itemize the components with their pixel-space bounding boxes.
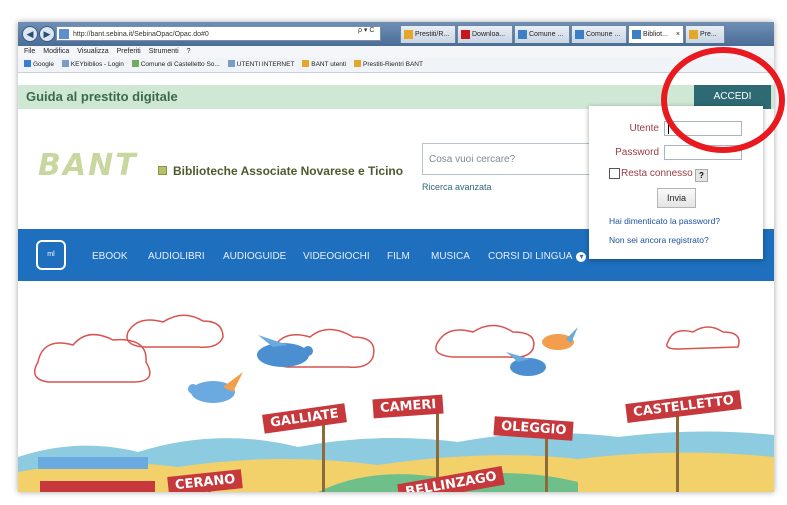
favorite-label: Prestiti-Rientri BANT (363, 61, 423, 68)
cloud-shape (666, 326, 740, 350)
menu-bar: File Modifica Visualizza Preferiti Strum… (18, 46, 774, 58)
google-icon (24, 60, 31, 67)
guide-title[interactable]: Guida al prestito digitale (26, 89, 178, 104)
browser-tab[interactable]: Downloa... (457, 25, 513, 43)
favorite-label: BANT utenti (311, 61, 347, 68)
menu-visualizza[interactable]: Visualizza (77, 48, 108, 55)
chevron-down-icon: ▾ (576, 252, 587, 262)
tab-close-icon[interactable]: × (676, 26, 680, 43)
book-shape (38, 457, 148, 469)
back-icon[interactable]: ◀ (22, 26, 38, 42)
link-icon (61, 60, 69, 67)
favorite-label: Comune di Castelletto So... (140, 61, 220, 68)
tab-label: Downloa... (472, 31, 506, 38)
nav-ebook[interactable]: EBOOK (92, 251, 128, 262)
tab-favicon-icon (518, 30, 527, 39)
bird-icon (542, 327, 578, 350)
subtitle-text: Biblioteche Associate Novarese e Ticino (173, 164, 404, 178)
nav-musica[interactable]: MUSICA (431, 251, 470, 262)
cloud-shape (126, 314, 224, 349)
site-subtitle: Biblioteche Associate Novarese e Ticino (158, 164, 403, 178)
bird-icon (188, 372, 243, 403)
password-label: Password (615, 147, 659, 158)
nav-videogiochi[interactable]: VIDEOGIOCHI (303, 251, 370, 262)
site-icon (59, 29, 69, 39)
hero-banner: GALLIATE CAMERI OLEGGIO CASTELLETTO CERA… (18, 307, 774, 492)
bird-icon (257, 335, 313, 367)
tab-label: Pre... (700, 31, 717, 38)
tab-label: Bibliot... (643, 31, 668, 38)
menu-file[interactable]: File (24, 48, 35, 55)
cloud-shape (435, 324, 535, 359)
book-shape (48, 469, 148, 481)
favorite-label: Google (33, 61, 54, 68)
user-icon (302, 60, 310, 67)
forgot-password-link[interactable]: Hai dimenticato la password? (609, 216, 720, 226)
nav-audioguide[interactable]: AUDIOGUIDE (223, 251, 286, 262)
signpost-pole (676, 412, 679, 492)
menu-preferiti[interactable]: Preferiti (117, 48, 141, 55)
favorite-utenti-internet[interactable]: UTENTI INTERNET (227, 58, 295, 72)
help-icon[interactable]: ? (695, 169, 708, 182)
remember-label: Resta connesso (621, 168, 693, 179)
bant-logo[interactable]: BANT (38, 148, 138, 183)
bullet-icon (158, 166, 167, 175)
nav-film[interactable]: FILM (387, 251, 410, 262)
address-text: http://bant.sebina.it/SebinaOpac/Opac.do… (73, 31, 209, 38)
favorite-keybiblios[interactable]: KEYbiblios - Login (61, 58, 124, 72)
tab-favicon-icon (404, 30, 413, 39)
tab-favicon-icon (689, 30, 698, 39)
browser-tab[interactable]: Prestiti/R... (400, 25, 456, 43)
menu-help[interactable]: ? (187, 48, 191, 55)
search-input[interactable]: Cosa vuoi cercare? (422, 143, 590, 175)
favorite-comune[interactable]: Comune di Castelletto So... (131, 58, 220, 72)
tab-label: Prestiti/R... (415, 31, 450, 38)
address-tools[interactable]: ρ ▾ C (358, 26, 374, 34)
link-icon (227, 60, 235, 67)
user-label: Utente (629, 123, 659, 134)
browser-tab-active[interactable]: Bibliot... × (628, 25, 684, 43)
browser-titlebar: ◀ ▶ http://bant.sebina.it/SebinaOpac/Opa… (18, 22, 774, 46)
tab-favicon-icon (461, 30, 470, 39)
favorite-label: KEYbiblios - Login (70, 61, 124, 68)
register-link[interactable]: Non sei ancora registrato? (609, 235, 709, 245)
advanced-search-link[interactable]: Ricerca avanzata (422, 182, 492, 192)
book-shape (40, 481, 155, 492)
medialibrary-logo-icon[interactable]: ml (36, 240, 66, 270)
menu-modifica[interactable]: Modifica (43, 48, 69, 55)
cloud-shape (33, 333, 151, 383)
browser-tab[interactable]: Pre... (685, 25, 725, 43)
nav-corsi-di-lingua[interactable]: CORSI DI LINGUA ▾ (488, 251, 587, 262)
nav-audiolibri[interactable]: AUDIOLIBRI (148, 251, 205, 262)
favorite-prestiti-rientri[interactable]: Prestiti-Rientri BANT (354, 58, 423, 72)
address-bar[interactable]: http://bant.sebina.it/SebinaOpac/Opac.do… (56, 26, 381, 41)
favorite-google[interactable]: Google (24, 58, 54, 72)
tab-label: Comune ... (529, 31, 564, 38)
highlight-circle (661, 47, 785, 153)
nav-corsi-label: CORSI DI LINGUA (488, 251, 573, 262)
tab-favicon-icon (632, 30, 641, 39)
favorite-bant-utenti[interactable]: BANT utenti (302, 58, 346, 72)
browser-tab[interactable]: Comune ... (571, 25, 627, 43)
remember-checkbox[interactable] (609, 168, 620, 179)
tab-favicon-icon (575, 30, 584, 39)
forward-icon[interactable]: ▶ (39, 26, 55, 42)
tab-label: Comune ... (586, 31, 621, 38)
favorites-bar: Google KEYbiblios - Login Comune di Cast… (18, 58, 774, 73)
link-icon (131, 60, 139, 67)
favorite-label: UTENTI INTERNET (236, 61, 295, 68)
browser-tab[interactable]: Comune ... (514, 25, 570, 43)
user-icon (354, 60, 361, 67)
menu-strumenti[interactable]: Strumenti (149, 48, 179, 55)
submit-button[interactable]: Invia (657, 188, 696, 208)
